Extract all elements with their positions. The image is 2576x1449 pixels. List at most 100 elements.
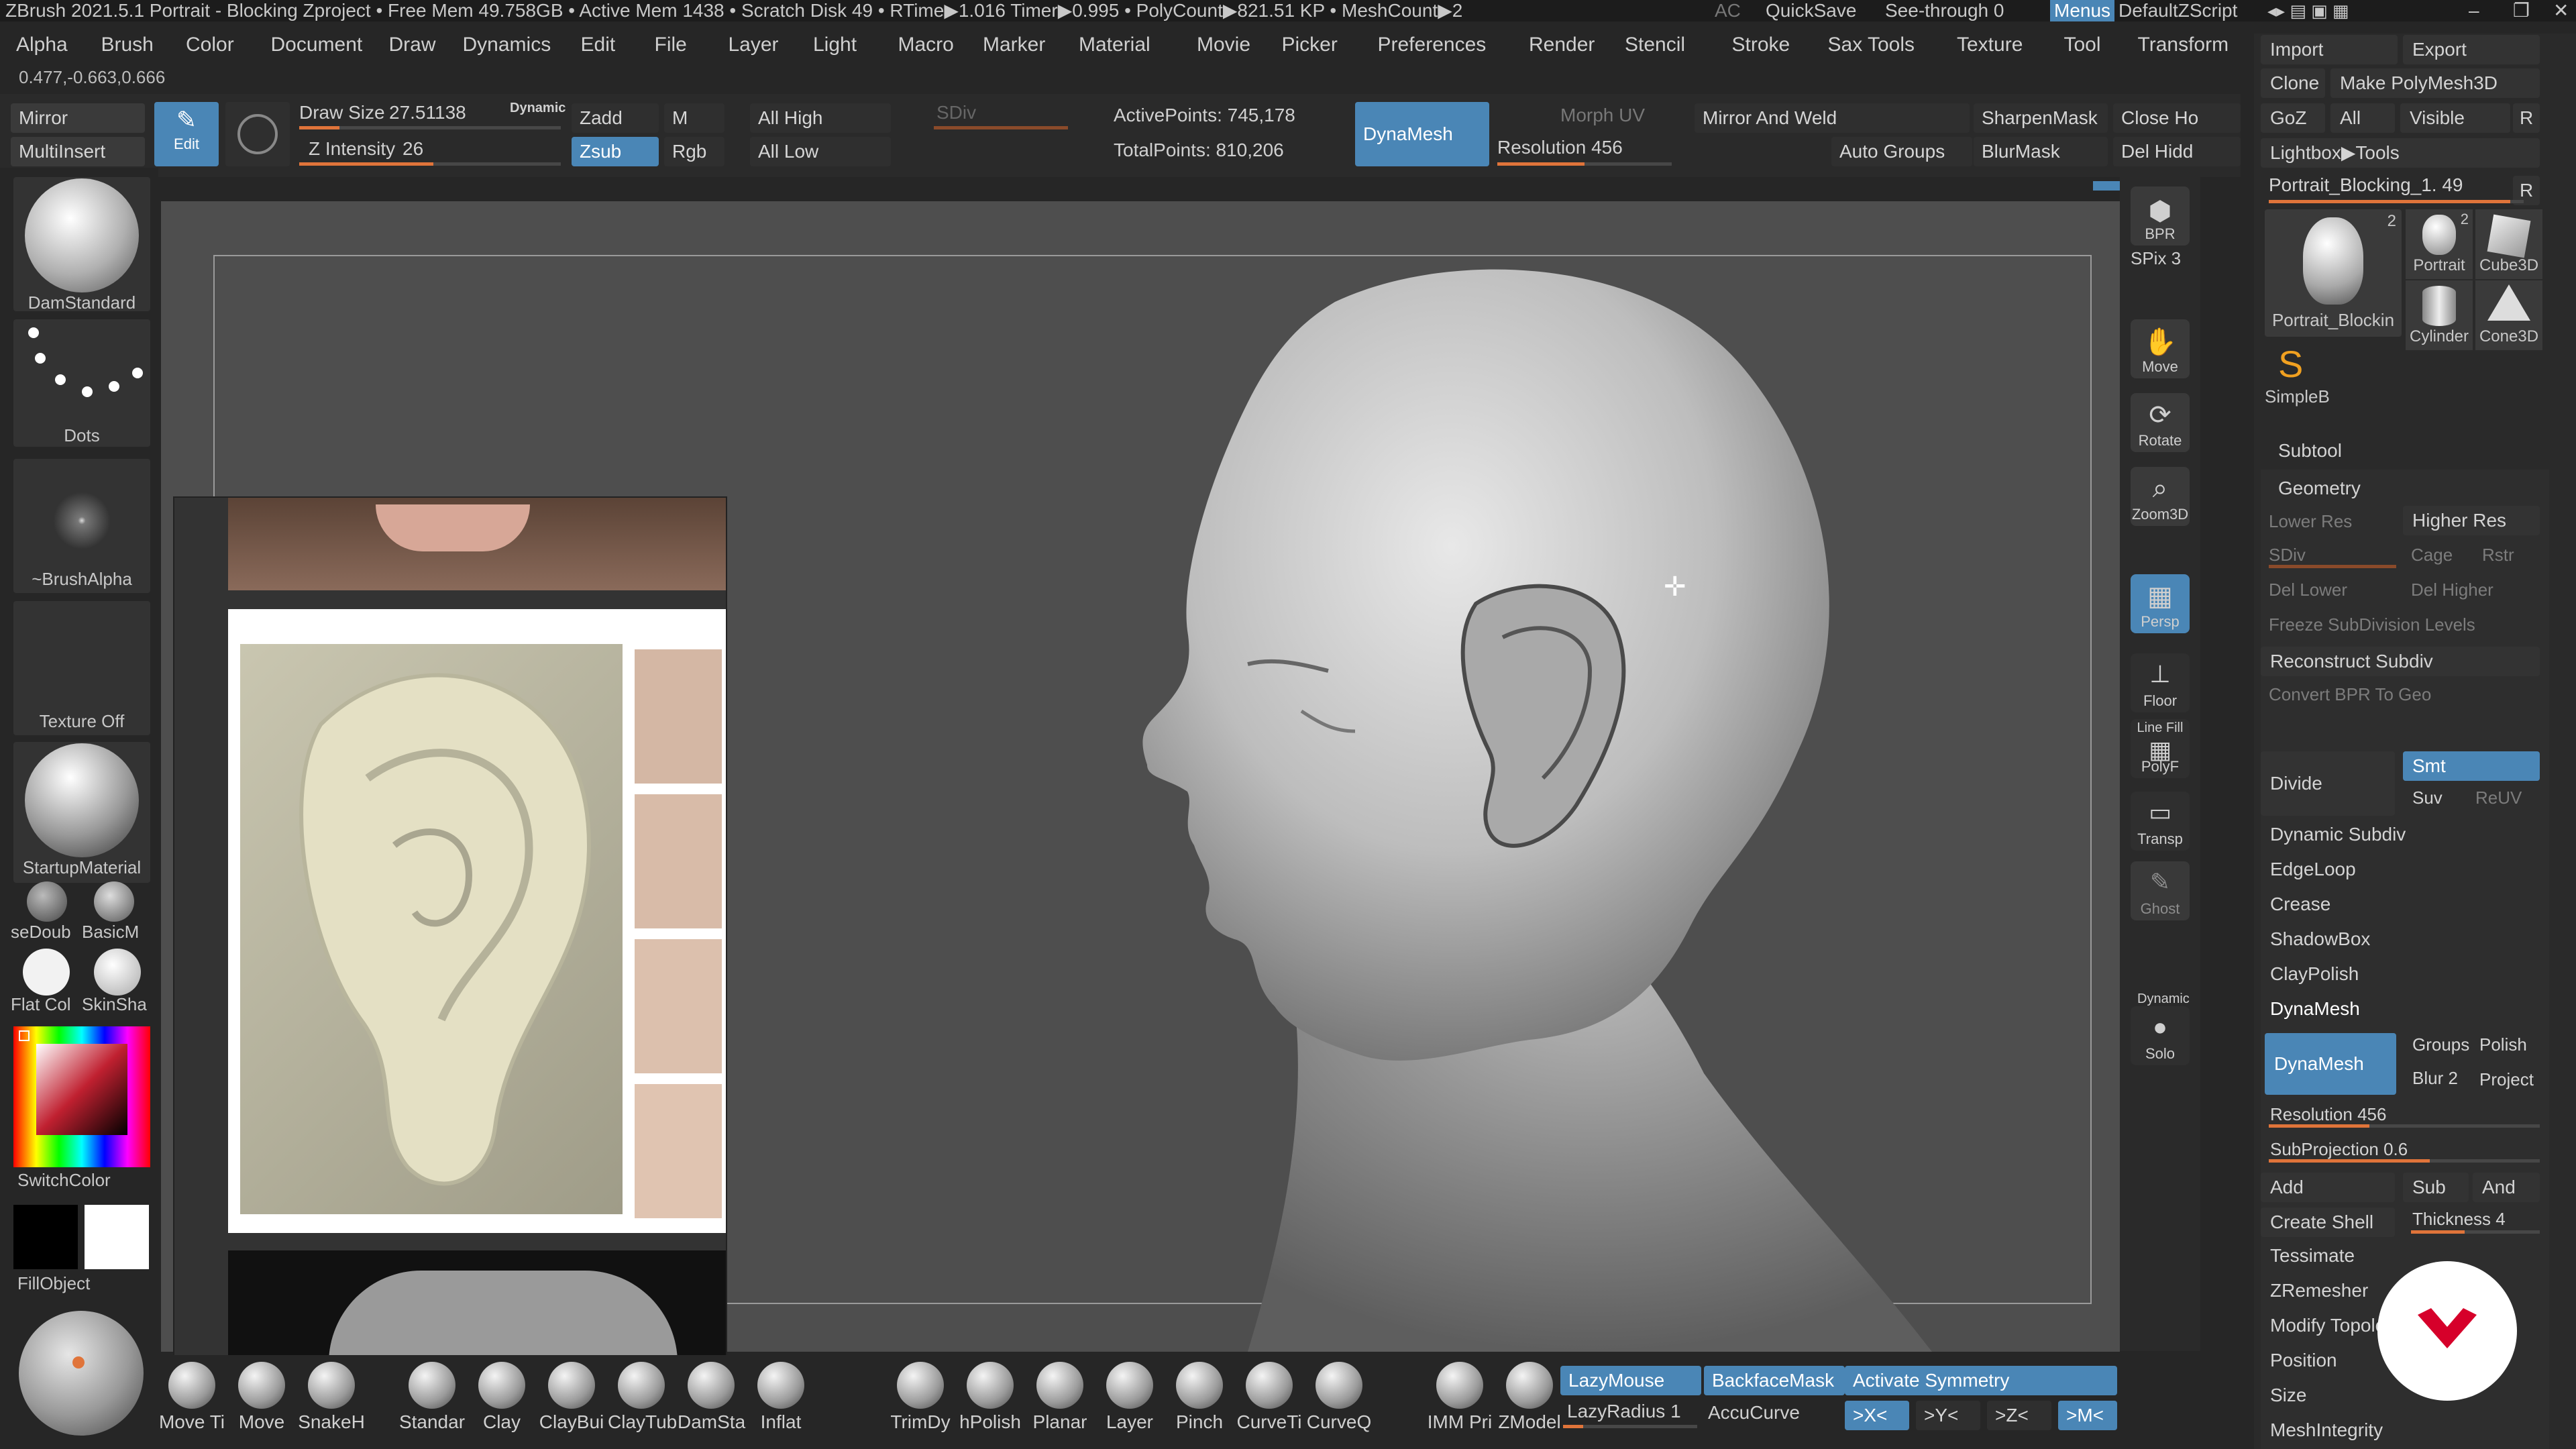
brush-slot-4[interactable]: Clay [468,1362,535,1433]
symmetry-y-button[interactable]: >Y< [1916,1401,1980,1430]
solo-button[interactable]: ● Solo [2131,1006,2190,1065]
lazymouse-button[interactable]: LazyMouse [1560,1366,1701,1395]
brush-slot-3[interactable]: Standar [398,1362,466,1433]
and-button[interactable]: And [2473,1173,2540,1202]
geometry-section[interactable]: Geometry [2278,478,2361,499]
draw-size-slider[interactable] [299,126,561,129]
brush-slot-0[interactable]: Move Ti [158,1362,225,1433]
resolution-slider-rp[interactable] [2269,1124,2540,1128]
clone-button[interactable]: Clone [2261,68,2325,98]
r-button[interactable]: R [2513,103,2540,133]
color-picker[interactable] [13,1026,150,1167]
menu-item-texture[interactable]: Texture [1957,24,2023,66]
brush-slot-15[interactable]: CurveQ [1305,1362,1373,1433]
palette-icons[interactable]: ◂▸ ▤ ▣ ▦ [2267,0,2349,21]
brush-slot-9[interactable]: TrimDy [887,1362,954,1433]
fill-object-button[interactable]: FillObject [17,1273,152,1294]
tool-thumb-cylinder[interactable]: Cylinder [2406,280,2473,350]
zadd-button[interactable]: Zadd [572,103,659,133]
material-sphere-c[interactable] [23,949,70,996]
color-square[interactable] [36,1044,127,1135]
material-selector[interactable]: StartupMaterial [13,742,150,883]
menu-item-stroke[interactable]: Stroke [1732,24,1790,66]
create-shell-button[interactable]: Create Shell [2261,1208,2395,1237]
brush-slot-7[interactable]: DamSta [678,1362,745,1433]
menu-item-render[interactable]: Render [1529,24,1595,66]
freeze-subdiv-button[interactable]: Freeze SubDivision Levels [2269,614,2475,635]
sdiv-slider-rp[interactable] [2269,565,2396,568]
morph-uv-button[interactable]: Morph UV [1560,105,1645,126]
symmetry-z-button[interactable]: >Z< [1987,1401,2051,1430]
cage-button[interactable]: Cage [2411,545,2453,566]
divide-button[interactable]: Divide [2261,751,2395,816]
all-low-button[interactable]: All Low [750,137,891,166]
sub-button[interactable]: Sub [2403,1173,2469,1202]
transp-button[interactable]: ▭ Transp [2131,792,2190,851]
resolution-slider[interactable] [1497,162,1672,166]
menu-item-movie[interactable]: Movie [1197,24,1250,66]
menu-item-color[interactable]: Color [186,24,234,66]
sdiv-slider[interactable] [934,126,1068,129]
menu-item-picker[interactable]: Picker [1282,24,1338,66]
dynamesh-section[interactable]: DynaMesh [2270,998,2360,1020]
document-canvas[interactable]: ✛ [161,181,2125,1363]
bpr-button[interactable]: ⬢ BPR [2131,186,2190,246]
activate-symmetry-button[interactable]: Activate Symmetry [1845,1366,2117,1395]
convert-bpr-button[interactable]: Convert BPR To Geo [2269,684,2431,705]
modify-topology-section[interactable]: Modify Topolo [2270,1315,2385,1336]
zsub-button[interactable]: Zsub [572,137,659,166]
brush-slot-8[interactable]: Inflat [747,1362,814,1433]
menu-item-sax-tools[interactable]: Sax Tools [1828,24,1915,66]
all-high-button[interactable]: All High [750,103,891,133]
groups-toggle[interactable]: Groups [2412,1034,2469,1055]
menu-item-file[interactable]: File [655,24,687,66]
crease-section[interactable]: Crease [2270,894,2330,915]
close-holes-button[interactable]: Close Ho [2113,103,2241,133]
reuv-toggle[interactable]: ReUV [2475,788,2522,808]
higher-res-button[interactable]: Higher Res [2403,506,2540,535]
brush-slot-16[interactable]: IMM Pri [1426,1362,1493,1433]
tool-thumb-portrait[interactable]: 2 Portrait [2406,209,2473,279]
claypolish-section[interactable]: ClayPolish [2270,963,2359,985]
menu-item-marker[interactable]: Marker [983,24,1045,66]
brush-slot-12[interactable]: Layer [1096,1362,1163,1433]
tool-thumb-cone3d[interactable]: Cone3D [2475,280,2542,350]
lazyradius-slider[interactable] [1563,1425,1697,1428]
transform-sphere[interactable] [19,1311,144,1436]
polish-toggle[interactable]: Polish [2479,1034,2527,1055]
menu-item-dynamics[interactable]: Dynamics [463,24,551,66]
menu-item-edit[interactable]: Edit [581,24,616,66]
dynamic-toggle[interactable]: Dynamic [510,101,566,116]
persp-button[interactable]: ▦ Persp [2131,574,2190,633]
secondary-color-swatch[interactable] [13,1205,78,1269]
goz-button[interactable]: GoZ [2261,103,2325,133]
smt-toggle[interactable]: Smt [2403,751,2540,781]
add-button[interactable]: Add [2261,1173,2395,1202]
head-sculpt[interactable] [899,201,2106,1352]
zoom3d-button[interactable]: ⌕ Zoom3D [2131,467,2190,526]
rstr-button[interactable]: Rstr [2482,545,2514,566]
blur-mask-button[interactable]: BlurMask [1974,137,2108,166]
brush-slot-2[interactable]: SnakeH [298,1362,365,1433]
menu-item-material[interactable]: Material [1079,24,1150,66]
menu-item-document[interactable]: Document [271,24,363,66]
del-lower-button[interactable]: Del Lower [2269,580,2347,600]
size-section[interactable]: Size [2270,1385,2306,1406]
rotate-button[interactable]: ⟳ Rotate [2131,393,2190,452]
material-sphere-a[interactable] [27,881,67,922]
menu-item-alpha[interactable]: Alpha [16,24,68,66]
brush-slot-13[interactable]: Pinch [1166,1362,1233,1433]
edit-button[interactable]: ✎ Edit [154,102,219,166]
menus-button[interactable]: Menus [2050,0,2115,21]
make-polymesh-button[interactable]: Make PolyMesh3D [2330,68,2540,98]
auto-groups-button[interactable]: Auto Groups [1831,137,1972,166]
meshintegrity-section[interactable]: MeshIntegrity [2270,1419,2383,1441]
suv-toggle[interactable]: Suv [2412,788,2443,808]
see-through-slider[interactable]: See-through 0 [1885,0,2006,21]
tool-slider[interactable] [2269,200,2524,203]
menu-item-transform[interactable]: Transform [2138,24,2229,66]
dynamesh-shelf-button[interactable]: DynaMesh [1355,102,1489,166]
menu-item-stencil[interactable]: Stencil [1625,24,1685,66]
z-intensity-slider[interactable] [299,162,561,166]
menu-item-macro[interactable]: Macro [898,24,954,66]
